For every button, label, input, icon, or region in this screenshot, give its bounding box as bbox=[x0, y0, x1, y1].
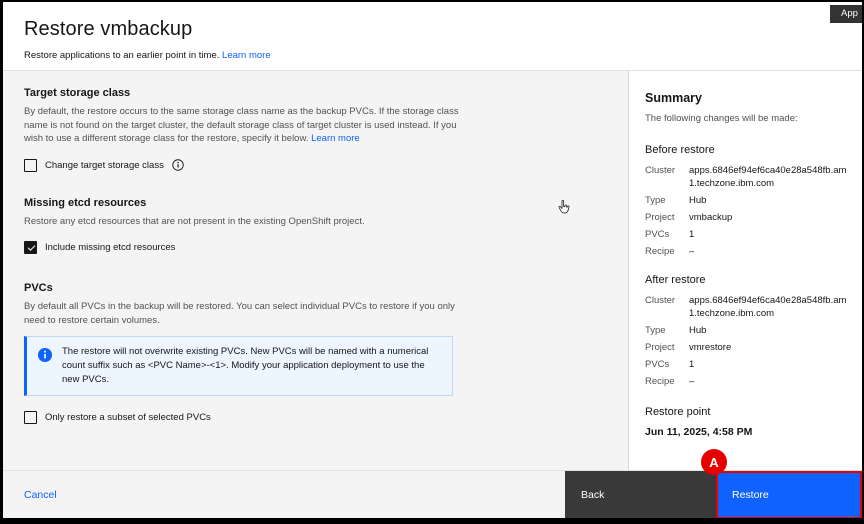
include-etcd-row: Include missing etcd resources bbox=[24, 241, 607, 254]
subset-pvcs-label: Only restore a subset of selected PVCs bbox=[45, 412, 211, 423]
summary-panel: Summary The following changes will be ma… bbox=[628, 71, 862, 470]
summary-row: Type Hub bbox=[645, 325, 707, 336]
section-heading-pvcs: PVCs bbox=[24, 282, 53, 294]
page-subtitle: Restore applications to an earlier point… bbox=[24, 50, 862, 61]
target-storage-class-text: By default, the restore occurs to the sa… bbox=[24, 106, 459, 144]
section-heading-target-storage-class: Target storage class bbox=[24, 87, 131, 99]
summary-row: Type Hub bbox=[645, 195, 707, 206]
summary-row: Cluster apps.6846ef94ef6ca40e28a548fb.am1… bbox=[645, 295, 847, 319]
annotation-badge-a: A bbox=[701, 449, 727, 475]
summary-intro: The following changes will be made: bbox=[645, 113, 798, 124]
after-restore-heading: After restore bbox=[645, 274, 706, 286]
summary-row: Cluster apps.6846ef94ef6ca40e28a548fb.am1… bbox=[645, 165, 847, 189]
change-storage-class-label: Change target storage class bbox=[45, 159, 164, 171]
info-notification-text: The restore will not overwrite existing … bbox=[62, 346, 429, 385]
include-etcd-label: Include missing etcd resources bbox=[45, 242, 176, 253]
restore-point-heading: Restore point bbox=[645, 406, 711, 418]
change-storage-class-checkbox[interactable] bbox=[24, 158, 37, 172]
info-filled-icon bbox=[38, 348, 52, 362]
info-notification: The restore will not overwrite existing … bbox=[24, 336, 453, 396]
summary-row: Recipe – bbox=[645, 246, 695, 257]
summary-row: Project vmrestore bbox=[645, 342, 732, 353]
app-tooltip: App bbox=[830, 5, 862, 23]
form-column: Target storage class By default, the res… bbox=[3, 71, 628, 470]
modal-footer: Cancel Back Restore bbox=[3, 470, 862, 518]
restore-modal: Restore vmbackup Restore applications to… bbox=[3, 2, 862, 518]
section-heading-missing-etcd: Missing etcd resources bbox=[24, 196, 147, 209]
include-etcd-checkbox[interactable] bbox=[24, 241, 37, 254]
info-outline-icon[interactable] bbox=[172, 159, 184, 171]
back-button[interactable]: Back bbox=[565, 471, 716, 518]
summary-row: Project vmbackup bbox=[645, 212, 733, 223]
after-restore-rows: Cluster apps.6846ef94ef6ca40e28a548fb.am1… bbox=[645, 292, 847, 390]
missing-etcd-description: Restore any etcd resources that are not … bbox=[24, 215, 365, 227]
cancel-button[interactable]: Cancel bbox=[24, 489, 57, 501]
summary-row: PVCs 1 bbox=[645, 229, 695, 240]
subset-pvcs-row: Only restore a subset of selected PVCs bbox=[24, 411, 607, 424]
storage-learn-more-link[interactable]: Learn more bbox=[311, 133, 360, 144]
summary-row: PVCs 1 bbox=[645, 359, 695, 370]
before-restore-rows: Cluster apps.6846ef94ef6ca40e28a548fb.am1… bbox=[645, 162, 847, 260]
summary-heading: Summary bbox=[645, 91, 702, 105]
subtitle-text: Restore applications to an earlier point… bbox=[24, 50, 220, 61]
subset-pvcs-checkbox[interactable] bbox=[24, 411, 37, 424]
before-restore-heading: Before restore bbox=[645, 144, 715, 156]
modal-header: Restore vmbackup Restore applications to… bbox=[3, 2, 862, 71]
hand-cursor-icon bbox=[558, 199, 570, 214]
target-storage-class-description: By default, the restore occurs to the sa… bbox=[24, 105, 476, 146]
pvcs-description: By default all PVCs in the backup will b… bbox=[24, 301, 455, 326]
summary-row: Recipe – bbox=[645, 376, 695, 387]
header-learn-more-link[interactable]: Learn more bbox=[222, 50, 271, 61]
restore-point-value: Jun 11, 2025, 4:58 PM bbox=[645, 426, 753, 438]
restore-button[interactable]: Restore bbox=[716, 471, 862, 518]
change-storage-class-row: Change target storage class bbox=[24, 158, 607, 172]
modal-body: Target storage class By default, the res… bbox=[3, 71, 862, 470]
page-title: Restore vmbackup bbox=[24, 18, 193, 40]
